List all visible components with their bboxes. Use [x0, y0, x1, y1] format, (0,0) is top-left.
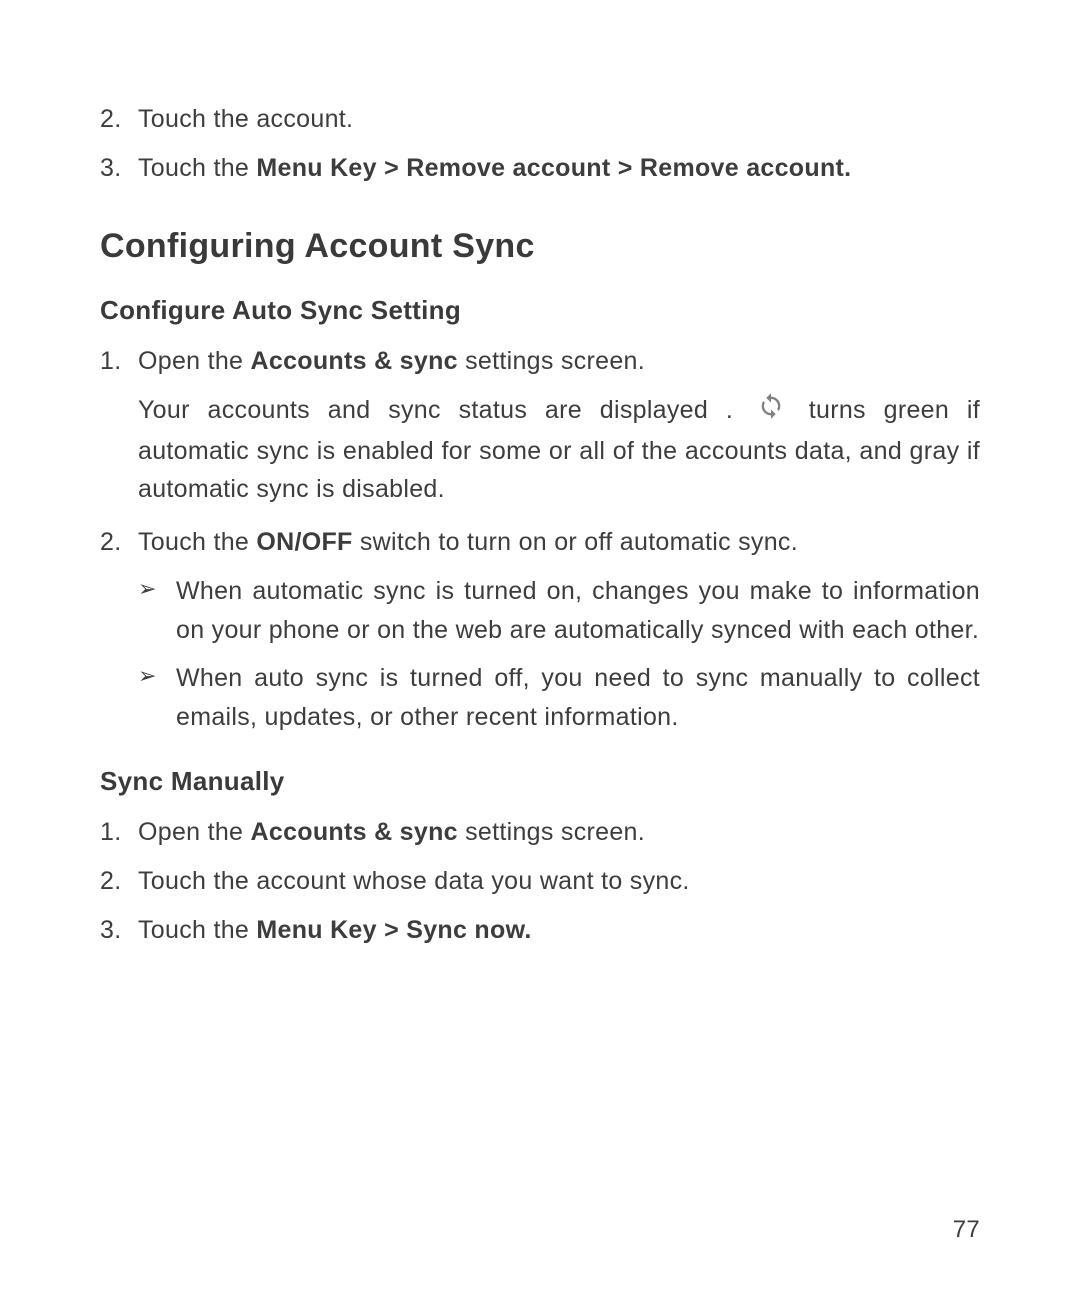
- list-item: 1. Open the Accounts & sync settings scr…: [100, 342, 980, 381]
- bullet-symbol: ➢: [138, 659, 176, 737]
- list-number: 2.: [100, 523, 138, 562]
- bullet-text: When auto sync is turned off, you need t…: [176, 659, 980, 737]
- list-number: 3.: [100, 911, 138, 950]
- list-number: 2.: [100, 862, 138, 901]
- bullet-symbol: ➢: [138, 572, 176, 650]
- subsection-heading: Configure Auto Sync Setting: [100, 290, 980, 330]
- list-text: Touch the account.: [138, 100, 980, 139]
- sync-icon: [757, 392, 785, 432]
- list-text: Open the Accounts & sync settings screen…: [138, 342, 980, 381]
- list-item: 2. Touch the ON/OFF switch to turn on or…: [100, 523, 980, 562]
- list-number: 1.: [100, 813, 138, 852]
- section-heading: Configuring Account Sync: [100, 220, 980, 273]
- bullet-item: ➢ When automatic sync is turned on, chan…: [138, 572, 980, 650]
- list-item: 3. Touch the Menu Key > Sync now.: [100, 911, 980, 950]
- paragraph: Your accounts and sync status are displa…: [138, 391, 980, 509]
- bullet-item: ➢ When auto sync is turned off, you need…: [138, 659, 980, 737]
- list-text: Open the Accounts & sync settings screen…: [138, 813, 980, 852]
- list-text: Touch the Menu Key > Sync now.: [138, 911, 980, 950]
- list-item: 3. Touch the Menu Key > Remove account >…: [100, 149, 980, 188]
- list-number: 2.: [100, 100, 138, 139]
- list-text: Touch the ON/OFF switch to turn on or of…: [138, 523, 980, 562]
- list-number: 1.: [100, 342, 138, 381]
- list-number: 3.: [100, 149, 138, 188]
- page-number: 77: [953, 1216, 980, 1244]
- list-text: Touch the account whose data you want to…: [138, 862, 980, 901]
- bullet-text: When automatic sync is turned on, change…: [176, 572, 980, 650]
- list-text: Touch the Menu Key > Remove account > Re…: [138, 149, 980, 188]
- page-content: 2. Touch the account. 3. Touch the Menu …: [100, 100, 980, 949]
- list-item: 1. Open the Accounts & sync settings scr…: [100, 813, 980, 852]
- list-item: 2. Touch the account.: [100, 100, 980, 139]
- subsection-heading: Sync Manually: [100, 761, 980, 801]
- list-item: 2. Touch the account whose data you want…: [100, 862, 980, 901]
